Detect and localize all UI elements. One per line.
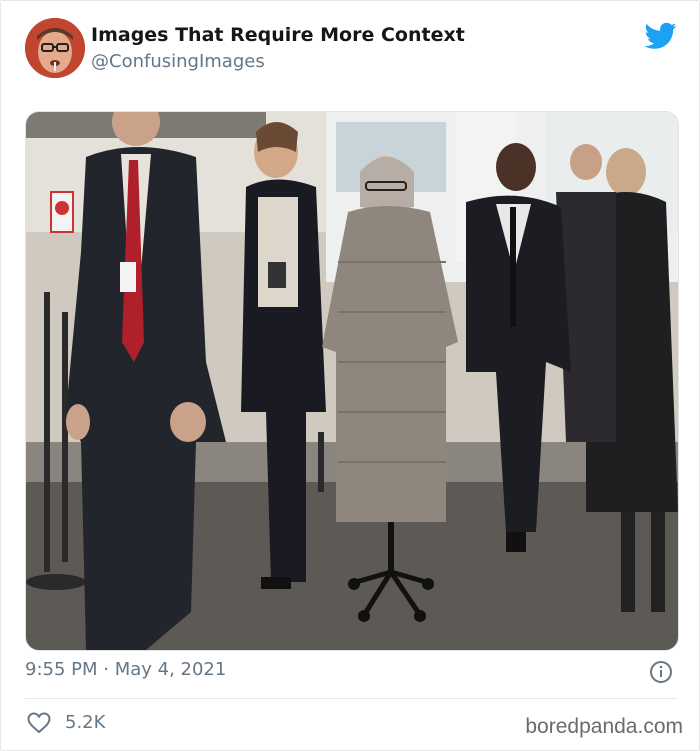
photo-airport-scene	[26, 112, 678, 650]
info-icon[interactable]	[649, 660, 673, 684]
avatar[interactable]	[25, 18, 85, 78]
user-handle[interactable]: @ConfusingImages	[91, 51, 265, 72]
like-count: 5.2K	[65, 712, 106, 733]
heart-icon[interactable]	[27, 712, 51, 734]
tweet-timestamp[interactable]: 9:55 PM · May 4, 2021	[25, 659, 226, 680]
divider	[25, 698, 677, 699]
tweet-photo[interactable]	[25, 111, 679, 651]
watermark: boredpanda.com	[525, 715, 683, 738]
display-name[interactable]: Images That Require More Context	[91, 24, 465, 46]
avatar-image	[25, 18, 85, 78]
tweet-card: Images That Require More Context @Confus…	[0, 0, 700, 751]
tweet-header: Images That Require More Context @Confus…	[25, 18, 677, 82]
twitter-bird-icon[interactable]	[645, 22, 677, 50]
